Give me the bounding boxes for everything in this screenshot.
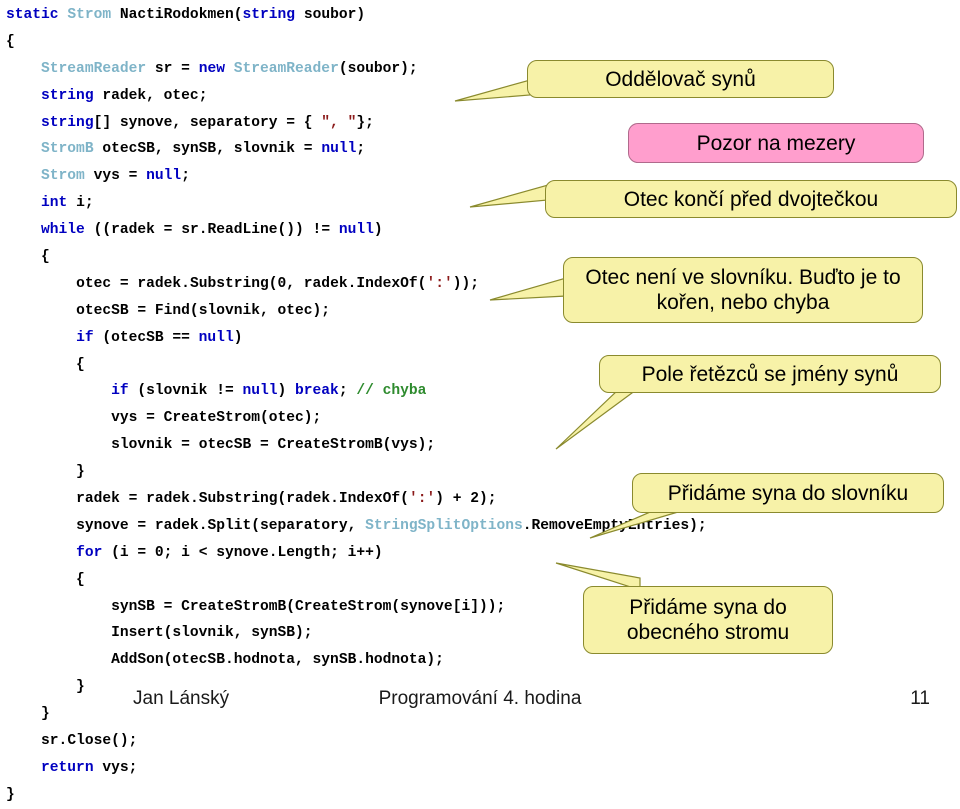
code-line: } bbox=[6, 464, 85, 481]
code-line: } bbox=[6, 786, 15, 803]
callout-string-array-of-sons: Pole řetězců se jmény synů bbox=[599, 355, 941, 393]
code-line: radek = radek.Substring(radek.IndexOf(':… bbox=[76, 491, 497, 508]
code-line: while ((radek = sr.ReadLine()) != null) bbox=[41, 222, 383, 239]
code-line: { bbox=[6, 571, 85, 588]
code-line: if (slovnik != null) break; // chyba bbox=[111, 383, 427, 400]
code-line: synSB = CreateStromB(CreateStrom(synove[… bbox=[111, 598, 506, 615]
code-line: { bbox=[6, 356, 85, 373]
callout-add-son-to-dictionary: Přidáme syna do slovníku bbox=[632, 473, 944, 513]
callout-father-before-colon-text: Otec končí před dvojtečkou bbox=[623, 187, 879, 211]
callout-father-before-colon: Otec končí před dvojtečkou bbox=[545, 180, 957, 218]
code-line: { bbox=[6, 33, 15, 50]
code-line: static Strom NactiRodokmen(string soubor… bbox=[6, 7, 366, 23]
callout-father-not-in-dict: Otec není ve slovníku. Buďto je to kořen… bbox=[563, 257, 923, 323]
callout-separator: Oddělovač synů bbox=[527, 60, 834, 98]
code-line: otecSB = Find(slovnik, otec); bbox=[76, 302, 331, 319]
callout-add-son-to-general-tree: Přidáme syna do obecného stromu bbox=[583, 586, 833, 654]
footer-page-number: 11 bbox=[910, 688, 930, 709]
code-line: string[] synove, separatory = { ", "}; bbox=[41, 114, 374, 131]
callout-father-not-in-dict-text: Otec není ve slovníku. Buďto je to kořen… bbox=[585, 266, 901, 314]
code-line: { bbox=[6, 249, 50, 266]
callout-separator-text: Oddělovač synů bbox=[605, 67, 756, 91]
code-line: sr.Close(); bbox=[41, 733, 138, 750]
code-line: otec = radek.Substring(0, radek.IndexOf(… bbox=[76, 275, 479, 292]
footer-title: Programování 4. hodina bbox=[378, 688, 582, 709]
slide-footer: Jan Lánský Programování 4. hodina 11 bbox=[0, 688, 960, 714]
code-line: for (i = 0; i < synove.Length; i++) bbox=[76, 544, 383, 561]
code-line: Insert(slovnik, synSB); bbox=[111, 625, 313, 642]
code-line: AddSon(otecSB.hodnota, synSB.hodnota); bbox=[111, 652, 444, 669]
callout-spaces-warning-text: Pozor na mezery bbox=[696, 131, 856, 155]
code-line: synove = radek.Split(separatory, StringS… bbox=[76, 517, 707, 534]
code-line: StromB otecSB, synSB, slovnik = null; bbox=[41, 141, 366, 158]
code-line: vys = CreateStrom(otec); bbox=[111, 410, 322, 427]
code-line: return vys; bbox=[41, 759, 138, 776]
code-line: slovnik = otecSB = CreateStromB(vys); bbox=[111, 437, 436, 454]
callout-add-son-to-general-tree-text: Přidáme syna do obecného stromu bbox=[626, 596, 790, 644]
callout-spaces-warning: Pozor na mezery bbox=[628, 123, 924, 163]
code-line: if (otecSB == null) bbox=[76, 329, 243, 346]
callout-string-array-of-sons-text: Pole řetězců se jmény synů bbox=[641, 362, 899, 386]
callout-add-son-to-dictionary-text: Přidáme syna do slovníku bbox=[667, 481, 909, 505]
